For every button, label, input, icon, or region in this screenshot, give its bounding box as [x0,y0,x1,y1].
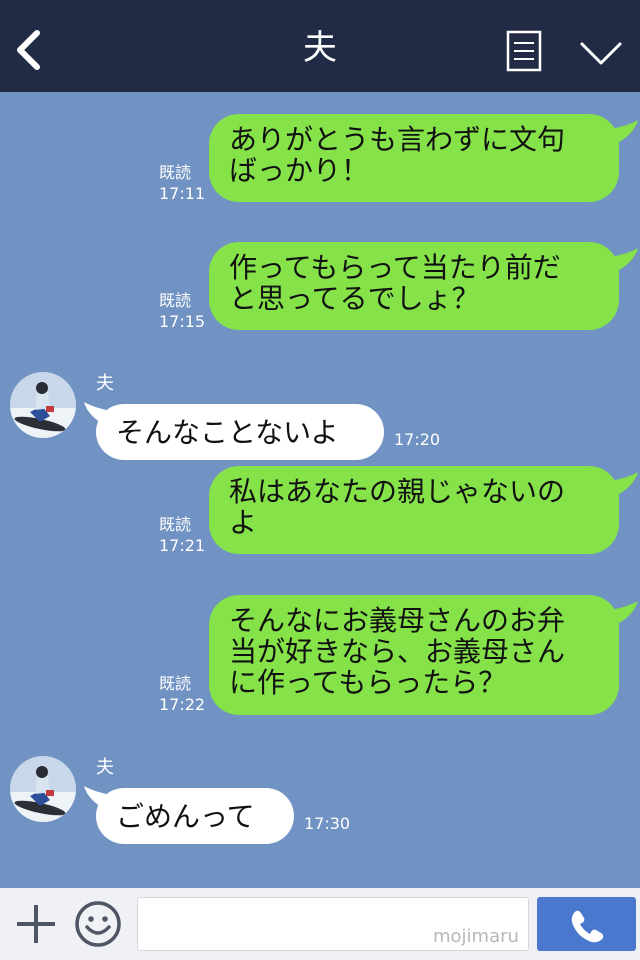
message-bubble[interactable]: 作ってもらって当たり前だ と思ってるでしょ？ [209,242,619,330]
chevron-down-icon [580,42,622,65]
bubble-tail [606,120,638,144]
chat-area[interactable]: 既読 17:11 ありがとうも言わずに文句 ばっかり！ 既読 17:15 作って… [0,92,640,888]
bubble-tail [606,248,638,272]
sender-name: 夫 [96,373,114,394]
bubble-tail [606,601,638,625]
message-line: ありがとうも言わずに文句 [229,123,566,156]
message-line: 当が好きなら、お義母さん [229,635,566,668]
back-button[interactable] [12,28,48,72]
read-label: 既読 [159,163,192,182]
chat-title: 夫 [303,28,337,68]
message-time: 17:22 [159,695,206,714]
message-time: 17:20 [394,430,441,449]
message-line: ばっかり！ [229,154,370,187]
smiley-icon [75,901,121,947]
snowboarder-avatar-icon [10,756,76,822]
message-bubble[interactable]: そんなことないよ [96,404,384,460]
read-label: 既読 [159,291,192,310]
message-line: そんなにお義母さんのお弁 [229,604,566,637]
message-text: そんなことないよ [116,415,339,449]
add-button[interactable] [14,902,58,946]
message-bubble[interactable]: ごめんって [96,788,294,844]
message-line: と思ってるでしょ？ [229,282,480,315]
avatar[interactable] [10,756,76,822]
message-bubble[interactable]: そんなにお義母さんのお弁 当が好きなら、お義母さん に作ってもらったら？ [209,595,619,715]
chevron-left-icon [17,30,40,70]
message-line: よ [229,506,258,539]
collapse-button[interactable] [578,36,624,70]
plus-icon [17,905,55,943]
chat-header: 夫 [0,0,640,92]
message-bubble[interactable]: ありがとうも言わずに文句 ばっかり！ [209,114,619,202]
watermark: mojimaru [433,926,519,947]
read-label: 既読 [159,515,192,534]
read-receipt: 既読 17:21 [159,514,205,556]
message-text: ごめんって [116,799,255,833]
message-line: に作ってもらったら？ [229,666,507,699]
message-time: 17:11 [159,184,206,203]
message-bubble[interactable]: 私はあなたの親じゃないの よ [209,466,619,554]
menu-button[interactable] [506,30,542,72]
menu-list-icon [506,30,542,72]
read-receipt: 既読 17:22 [159,673,205,715]
call-button[interactable] [537,897,636,951]
message-line: 作ってもらって当たり前だ [229,251,561,284]
message-time: 17:30 [304,814,351,833]
bubble-tail [606,472,638,496]
message-time: 17:15 [159,312,206,331]
phone-icon [571,910,604,943]
read-receipt: 既読 17:11 [159,162,205,204]
avatar[interactable] [10,372,76,438]
read-label: 既読 [159,674,192,693]
message-time: 17:21 [159,536,206,555]
emoji-button[interactable] [74,900,122,948]
read-receipt: 既読 17:15 [159,290,205,332]
snowboarder-avatar-icon [10,372,76,438]
message-line: 私はあなたの親じゃないの [229,475,566,508]
sender-name: 夫 [96,757,114,778]
